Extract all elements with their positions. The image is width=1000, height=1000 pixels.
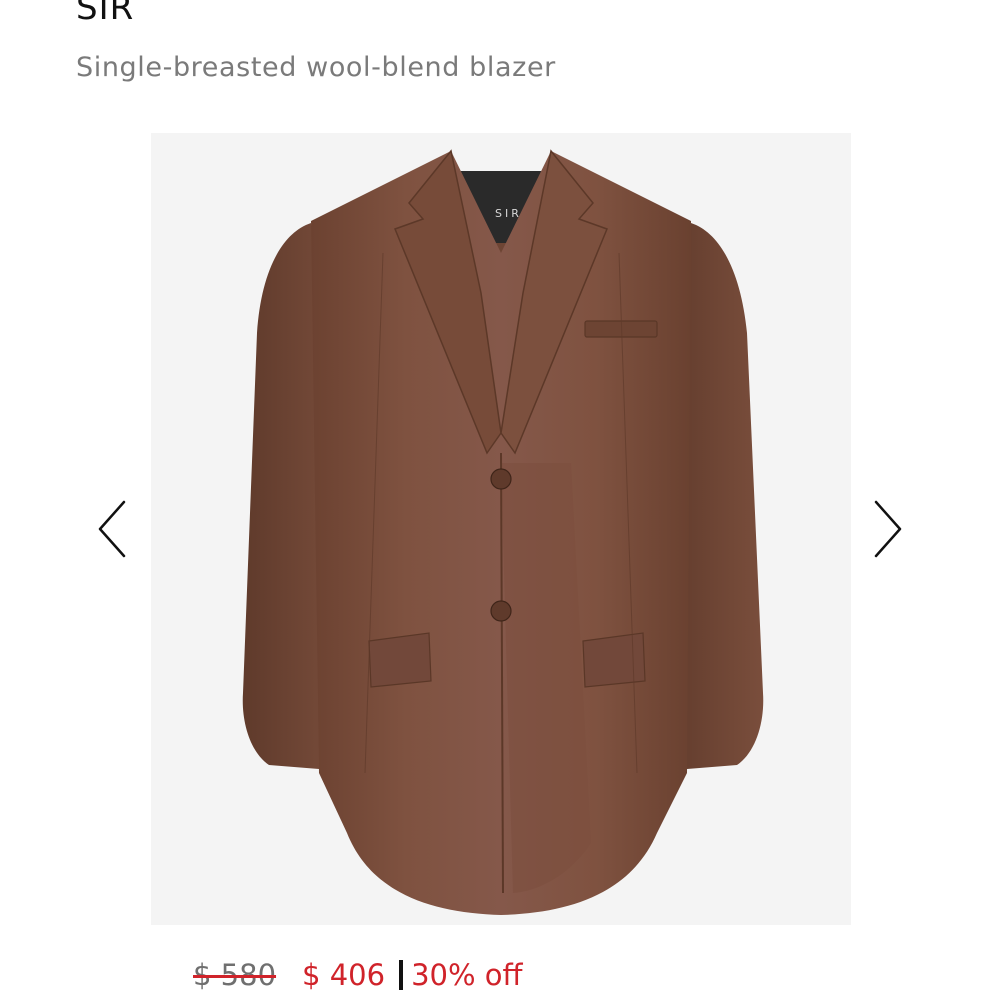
sale-price: $ 406 (302, 958, 386, 992)
product-title: Single-breasted wool-blend blazer (76, 52, 556, 83)
blazer-illustration: SIR. (242, 149, 764, 915)
carousel-next-button[interactable] (868, 498, 908, 560)
price-divider (399, 960, 404, 990)
carousel-prev-button[interactable] (92, 498, 132, 560)
discount-badge: 30% off (411, 958, 523, 992)
product-image[interactable]: SIR. (151, 133, 851, 925)
chevron-right-icon (874, 500, 902, 558)
original-price: $ 580 (193, 958, 277, 992)
product-page: SIR Single-breasted wool-blend blazer SI… (0, 0, 1000, 1000)
price-row: $ 580 $ 406 30% off (193, 953, 522, 997)
brand-name[interactable]: SIR (76, 0, 134, 28)
chevron-left-icon (98, 500, 126, 558)
